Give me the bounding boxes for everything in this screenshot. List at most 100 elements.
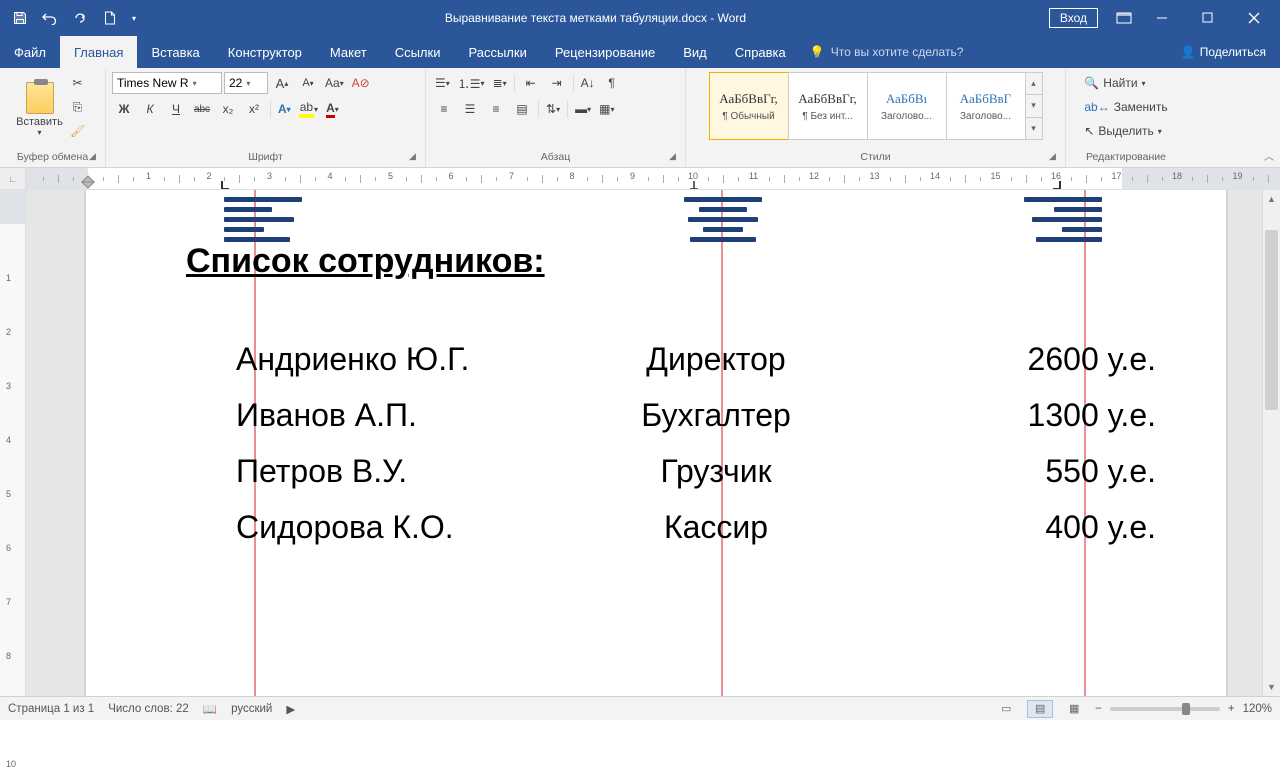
zoom-in-icon[interactable]: + xyxy=(1228,703,1235,715)
scroll-thumb[interactable] xyxy=(1265,230,1278,410)
zoom-level[interactable]: 120% xyxy=(1243,703,1272,715)
zoom-out-icon[interactable]: − xyxy=(1095,703,1102,715)
save-icon[interactable] xyxy=(6,4,34,32)
inc-indent-icon[interactable]: ⇥ xyxy=(545,72,569,94)
bullets-icon[interactable]: ☰▾ xyxy=(432,72,453,94)
style-item[interactable]: АаБбВıЗаголово... xyxy=(867,72,947,140)
macro-icon[interactable]: ▶ xyxy=(286,702,295,716)
close-icon[interactable] xyxy=(1232,4,1276,32)
qat-dropdown-icon[interactable]: ▾ xyxy=(126,4,142,32)
shading-icon[interactable]: ▬▾ xyxy=(572,98,594,120)
highlight-icon[interactable]: ab▾ xyxy=(296,98,321,120)
undo-icon[interactable] xyxy=(36,4,64,32)
clipboard-launcher-icon[interactable]: ◢ xyxy=(89,151,101,163)
superscript-button[interactable]: x² xyxy=(242,98,266,120)
style-item[interactable]: АаБбВвГг,¶ Без инт... xyxy=(788,72,868,140)
login-button[interactable]: Вход xyxy=(1049,8,1098,28)
scroll-up-icon[interactable]: ▲ xyxy=(1263,190,1280,208)
status-words[interactable]: Число слов: 22 xyxy=(108,703,189,715)
print-layout-icon[interactable]: ▤ xyxy=(1027,700,1053,718)
change-case-icon[interactable]: Aa▾ xyxy=(322,72,347,94)
text-effects-icon[interactable]: A▾ xyxy=(275,98,294,120)
share-button[interactable]: 👤 Поделиться xyxy=(1167,36,1280,68)
format-painter-icon[interactable]: 🖌 xyxy=(66,120,90,142)
horizontal-ruler[interactable]: 12345678910111213141516171819 xyxy=(26,168,1280,189)
scroll-down-icon[interactable]: ▼ xyxy=(1263,678,1280,696)
tell-me[interactable]: 💡 Что вы хотите сделать? xyxy=(810,36,964,68)
indent-marker[interactable] xyxy=(88,175,95,189)
search-icon: 🔍 xyxy=(1084,76,1099,90)
multilevel-icon[interactable]: ≣▾ xyxy=(490,72,510,94)
select-button[interactable]: ↖Выделить ▾ xyxy=(1080,120,1165,142)
maximize-icon[interactable] xyxy=(1186,4,1230,32)
ribbon-display-icon[interactable] xyxy=(1110,4,1138,32)
justify-icon[interactable]: ▤ xyxy=(510,98,534,120)
italic-button[interactable]: К xyxy=(138,98,162,120)
dec-indent-icon[interactable]: ⇤ xyxy=(519,72,543,94)
style-item[interactable]: АаБбВвГг,¶ Обычный xyxy=(709,72,789,140)
shrink-font-icon[interactable]: A▾ xyxy=(296,72,320,94)
tab-layout[interactable]: Макет xyxy=(316,36,381,68)
clear-format-icon[interactable]: A⊘ xyxy=(349,72,373,94)
doc-heading: Список сотрудников: xyxy=(186,242,1166,281)
status-language[interactable]: русский xyxy=(231,703,272,715)
strike-button[interactable]: abc xyxy=(190,98,214,120)
font-size-select[interactable]: 22▾ xyxy=(224,72,268,94)
spellcheck-icon[interactable]: 📖 xyxy=(203,702,217,716)
font-color-icon[interactable]: A▾ xyxy=(323,98,342,120)
read-mode-icon[interactable]: ▭ xyxy=(993,700,1019,718)
align-center-icon[interactable]: ☰ xyxy=(458,98,482,120)
align-right-icon[interactable]: ≡ xyxy=(484,98,508,120)
tab-references[interactable]: Ссылки xyxy=(381,36,455,68)
subscript-button[interactable]: x₂ xyxy=(216,98,240,120)
window-title: Выравнивание текста метками табуляции.do… xyxy=(142,11,1049,25)
style-item[interactable]: АаБбВвГЗаголово... xyxy=(946,72,1026,140)
tab-stop-marker[interactable] xyxy=(689,180,697,188)
font-launcher-icon[interactable]: ◢ xyxy=(409,151,421,163)
line-spacing-icon[interactable]: ⇅▾ xyxy=(543,98,563,120)
redo-icon[interactable] xyxy=(66,4,94,32)
styles-launcher-icon[interactable]: ◢ xyxy=(1049,151,1061,163)
ribbon: Вставить ▾ ✂ ⎘ 🖌 Буфер обмена ◢ Times Ne… xyxy=(0,68,1280,168)
replace-button[interactable]: ab↔Заменить xyxy=(1080,96,1171,118)
bold-button[interactable]: Ж xyxy=(112,98,136,120)
vertical-ruler[interactable]: 12345678910 xyxy=(0,190,26,696)
group-paragraph: ☰▾ ⒈☰▾ ≣▾ ⇤ ⇥ A↓ ¶ ≡ ☰ ≡ ▤ ⇅▾ ▬▾ ▦▾ xyxy=(426,68,686,167)
tab-view[interactable]: Вид xyxy=(669,36,721,68)
zoom-slider[interactable] xyxy=(1110,707,1220,711)
numbering-icon[interactable]: ⒈☰▾ xyxy=(455,72,488,94)
grow-font-icon[interactable]: A▴ xyxy=(270,72,294,94)
tab-selector[interactable]: ∟ xyxy=(0,168,26,189)
tab-home[interactable]: Главная xyxy=(60,36,137,68)
borders-icon[interactable]: ▦▾ xyxy=(596,98,617,120)
web-layout-icon[interactable]: ▦ xyxy=(1061,700,1087,718)
status-page[interactable]: Страница 1 из 1 xyxy=(8,703,94,715)
tab-review[interactable]: Рецензирование xyxy=(541,36,669,68)
tab-file[interactable]: Файл xyxy=(0,36,60,68)
minimize-icon[interactable] xyxy=(1140,4,1184,32)
tab-help[interactable]: Справка xyxy=(721,36,800,68)
tab-design[interactable]: Конструктор xyxy=(214,36,316,68)
document-canvas[interactable]: Список сотрудников: Андриенко Ю.Г.Директ… xyxy=(26,190,1262,696)
font-name-select[interactable]: Times New R▾ xyxy=(112,72,222,94)
copy-icon[interactable]: ⎘ xyxy=(66,96,90,118)
vertical-scrollbar[interactable]: ▲ ▼ xyxy=(1262,190,1280,696)
cut-icon[interactable]: ✂ xyxy=(66,72,90,94)
tab-stop-marker[interactable] xyxy=(220,180,228,188)
ruler-row: ∟ 12345678910111213141516171819 xyxy=(0,168,1280,190)
underline-button[interactable]: Ч xyxy=(164,98,188,120)
tab-stop-marker[interactable] xyxy=(1052,180,1060,188)
align-left-icon[interactable]: ≡ xyxy=(432,98,456,120)
para-launcher-icon[interactable]: ◢ xyxy=(669,151,681,163)
collapse-ribbon-icon[interactable]: ︿ xyxy=(1264,148,1274,163)
style-gallery[interactable]: АаБбВвГг,¶ ОбычныйАаБбВвГг,¶ Без инт...А… xyxy=(709,72,1043,140)
cursor-icon: ↖ xyxy=(1084,124,1094,138)
pilcrow-icon[interactable]: ¶ xyxy=(600,72,624,94)
paste-button[interactable]: Вставить ▾ xyxy=(16,72,64,142)
sort-icon[interactable]: A↓ xyxy=(578,72,598,94)
tab-mailings[interactable]: Рассылки xyxy=(454,36,540,68)
style-gallery-nav[interactable]: ▴▾▾ xyxy=(1025,72,1043,140)
new-doc-icon[interactable] xyxy=(96,4,124,32)
tab-insert[interactable]: Вставка xyxy=(137,36,213,68)
find-button[interactable]: 🔍Найти ▾ xyxy=(1080,72,1149,94)
